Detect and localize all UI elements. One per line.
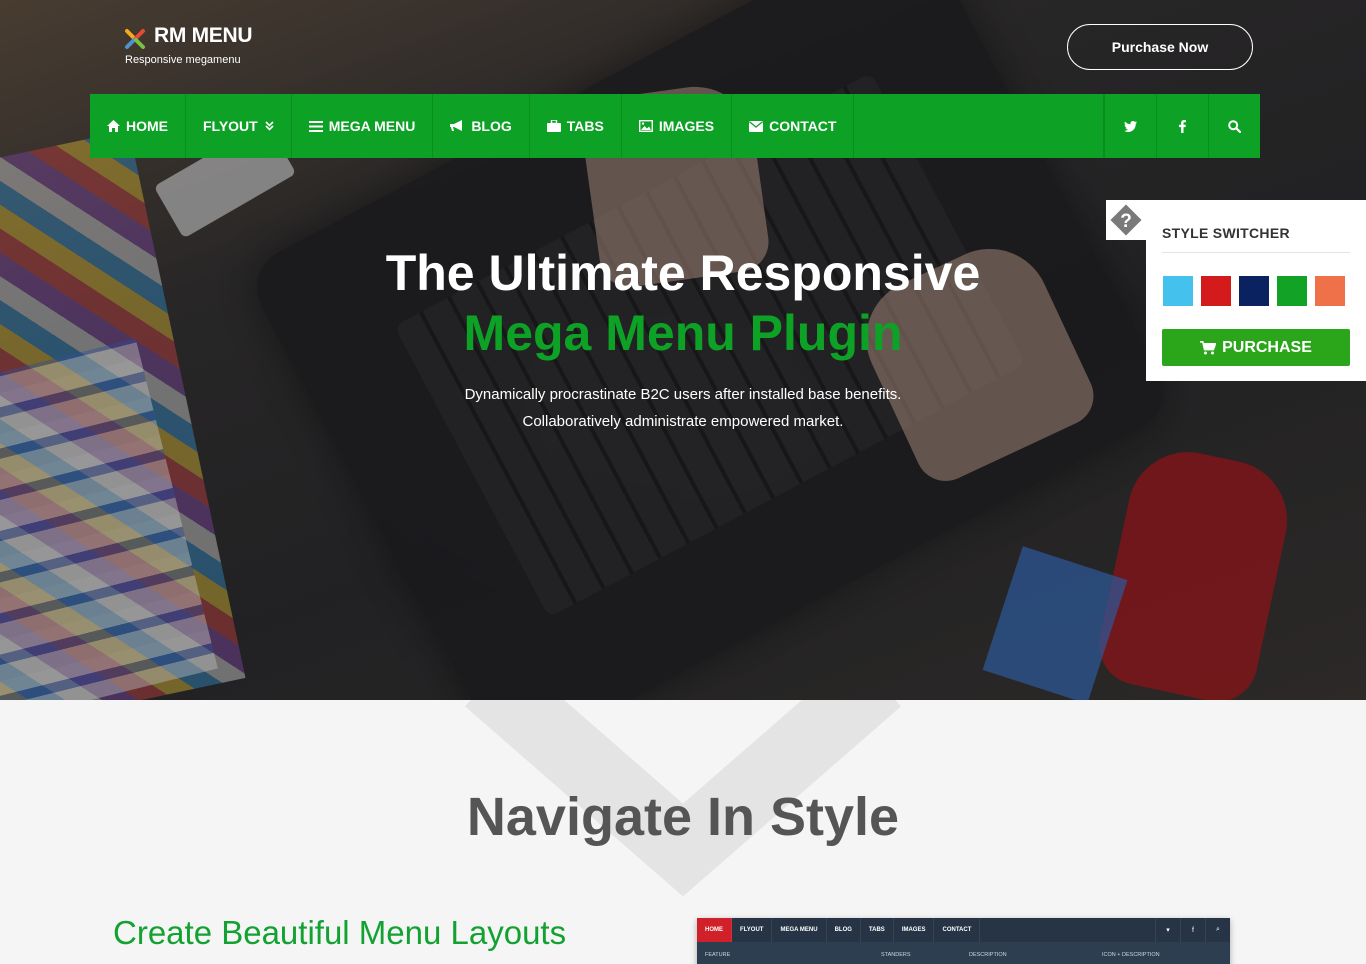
nav-item-tabs[interactable]: TABS [530, 94, 622, 158]
preview-nav-item: FLYOUT [732, 918, 773, 942]
search-icon [1228, 119, 1241, 133]
nav-label-flyout: FLYOUT [203, 118, 258, 134]
hero-background-glasses [1091, 440, 1299, 700]
preview-twitter-icon: ▾ [1155, 918, 1180, 942]
logo-subtitle: Responsive megamenu [125, 54, 241, 66]
joomla-logo-icon [125, 29, 145, 49]
svg-text:?: ? [1120, 211, 1132, 232]
home-icon [107, 120, 120, 132]
preview-search-icon: ⌕ [1205, 918, 1230, 942]
nav-item-home[interactable]: HOME [90, 94, 186, 158]
main-navbar: HOME FLYOUT MEGA MENU BLOG TABS IMAGES C… [90, 94, 1260, 158]
hero-description-line: Collaboratively administrate empowered m… [522, 413, 844, 430]
image-icon [638, 120, 653, 132]
search-button[interactable] [1208, 94, 1260, 158]
nav-item-images[interactable]: IMAGES [622, 94, 733, 158]
preview-navbar: HOME FLYOUT MEGA MENU BLOG TABS IMAGES C… [697, 918, 1230, 942]
divider [1162, 252, 1350, 253]
features-section: Navigate In Style Create Beautiful Menu … [0, 700, 1366, 964]
hero-description-line: Dynamically procrastinate B2C users afte… [464, 386, 902, 403]
nav-label-mega-menu: MEGA MENU [328, 118, 416, 134]
style-switcher-title: STYLE SWITCHER [1162, 225, 1290, 241]
facebook-link[interactable] [1156, 94, 1208, 158]
twitter-icon [1124, 120, 1137, 132]
list-icon [308, 120, 323, 132]
preview-nav-item: CONTACT [934, 918, 981, 942]
preview-column-label: FEATURE [705, 952, 731, 958]
menu-preview-image: HOME FLYOUT MEGA MENU BLOG TABS IMAGES C… [697, 918, 1230, 964]
preview-column-label: STANDERS [881, 952, 911, 958]
preview-nav-item: TABS [861, 918, 894, 942]
shopping-cart-icon [1200, 340, 1217, 354]
section-subtitle: Create Beautiful Menu Layouts [113, 914, 567, 951]
color-swatches [1163, 276, 1345, 306]
nav-label-tabs: TABS [566, 118, 604, 134]
color-swatch-orange[interactable] [1315, 276, 1345, 306]
bullhorn-icon [450, 120, 465, 132]
nav-item-flyout[interactable]: FLYOUT [186, 94, 292, 158]
color-swatch-navy[interactable] [1239, 276, 1269, 306]
preview-column-label: ICON + DESCRIPTION [1102, 952, 1160, 958]
briefcase-icon [546, 120, 561, 132]
nav-item-mega-menu[interactable]: MEGA MENU [292, 94, 434, 158]
purchase-button-label: PURCHASE [1222, 338, 1312, 356]
preview-nav-item: BLOG [827, 918, 861, 942]
twitter-link[interactable] [1104, 94, 1156, 158]
facebook-icon [1179, 119, 1186, 133]
nav-item-blog[interactable]: BLOG [433, 94, 530, 158]
nav-spacer [854, 94, 1104, 158]
nav-label-home: HOME [126, 118, 168, 134]
preview-facebook-icon: f [1180, 918, 1205, 942]
envelope-icon [749, 120, 764, 132]
nav-label-images: IMAGES [658, 118, 715, 134]
nav-item-contact[interactable]: CONTACT [732, 94, 855, 158]
style-switcher-toggle[interactable]: ? [1106, 200, 1146, 240]
logo-title: RM MENU [154, 24, 253, 47]
question-icon: ? [1110, 204, 1142, 236]
preview-nav-item: IMAGES [894, 918, 935, 942]
purchase-button[interactable]: PURCHASE [1162, 329, 1350, 366]
section-title: Navigate In Style [466, 787, 900, 847]
color-swatch-sky-blue[interactable] [1163, 276, 1193, 306]
nav-label-contact: CONTACT [769, 118, 837, 134]
preview-nav-item: MEGA MENU [772, 918, 827, 942]
preview-column-label: DESCRIPTION [969, 952, 1007, 958]
style-switcher-panel: STYLE SWITCHER PURCHASE [1146, 200, 1366, 381]
preview-columns: FEATURE STANDERS DESCRIPTION ICON + DESC… [697, 942, 1230, 964]
color-swatch-green[interactable] [1277, 276, 1307, 306]
hero-background-cloth [982, 546, 1128, 700]
nav-label-blog: BLOG [471, 118, 512, 134]
color-swatch-red[interactable] [1201, 276, 1231, 306]
preview-nav-item: HOME [697, 918, 732, 942]
purchase-now-button[interactable]: Purchase Now [1067, 24, 1253, 70]
chevron-down-icon [265, 121, 274, 131]
hero-description: Dynamically procrastinate B2C users afte… [0, 381, 1366, 435]
